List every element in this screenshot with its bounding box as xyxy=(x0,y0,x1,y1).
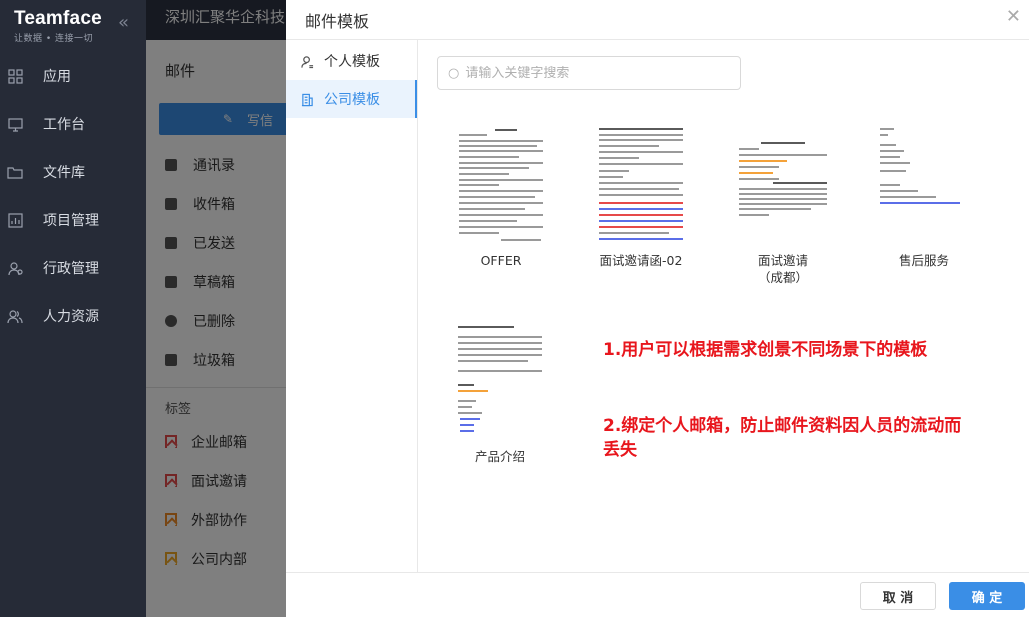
nav-label: 应用 xyxy=(43,69,71,85)
template-thumbnail xyxy=(874,126,974,246)
template-name: 面试邀请（成都） xyxy=(757,253,808,285)
template-thumbnail xyxy=(451,126,551,246)
template-name: 售后服务 xyxy=(898,253,949,268)
nav-item-files[interactable]: 文件库 xyxy=(0,148,146,196)
tab-personal-templates[interactable]: 个人模板 xyxy=(286,42,417,80)
admin-icon xyxy=(7,260,23,276)
confirm-button[interactable]: 确 定 xyxy=(949,582,1025,610)
template-card-after-sales[interactable]: 售后服务 xyxy=(874,126,974,269)
modal-title: 邮件模板 xyxy=(305,12,370,31)
nav-label: 行政管理 xyxy=(43,261,99,277)
template-card-interview-chengdu[interactable]: 面试邀请（成都） xyxy=(733,126,833,286)
logo-subtitle: 让数据 • 连接一切 xyxy=(14,34,94,44)
nav-item-workbench[interactable]: 工作台 xyxy=(0,100,146,148)
nav-item-hr[interactable]: 人力资源 xyxy=(0,292,146,340)
template-name: 产品介绍 xyxy=(474,449,525,464)
collapse-sidebar-icon[interactable]: « xyxy=(118,12,129,33)
search-input[interactable] xyxy=(465,65,726,81)
folder-icon xyxy=(7,164,23,180)
nav-label: 人力资源 xyxy=(43,309,99,325)
template-thumbnail xyxy=(733,126,833,246)
template-thumbnail xyxy=(450,322,550,442)
template-card-offer[interactable]: OFFER xyxy=(451,126,551,269)
project-icon xyxy=(7,212,23,228)
building-icon xyxy=(301,93,314,106)
cancel-button[interactable]: 取 消 xyxy=(860,582,936,610)
tab-label: 个人模板 xyxy=(324,54,380,70)
nav-label: 文件库 xyxy=(43,165,85,181)
template-card-product-intro[interactable]: 产品介绍 xyxy=(450,322,550,465)
template-tabs: 个人模板 公司模板 xyxy=(286,40,418,572)
template-search[interactable]: ○ xyxy=(437,56,741,90)
nav-item-admin[interactable]: 行政管理 xyxy=(0,244,146,292)
annotation-note-1: 1.用户可以根据需求创景不同场景下的模板 xyxy=(603,340,928,360)
annotation-note-2: 2.绑定个人邮箱，防止邮件资料因人员的流动而丢失 xyxy=(603,416,962,460)
template-modal: 邮件模板 ✕ 个人模板 公司模板 ○ 请输入关键字搜索 OFFER 面试邀请函-… xyxy=(286,0,1029,617)
people-icon xyxy=(7,308,23,324)
modal-header: 邮件模板 ✕ xyxy=(286,0,1029,40)
nav-label: 工作台 xyxy=(43,117,85,133)
nav-item-projects[interactable]: 项目管理 xyxy=(0,196,146,244)
template-name: 面试邀请函-02 xyxy=(599,253,683,268)
template-name: OFFER xyxy=(480,253,522,268)
main-nav: 应用 工作台 文件库 项目管理 行政管理 人力资源 xyxy=(0,52,146,340)
monitor-icon xyxy=(7,116,23,132)
close-icon[interactable]: ✕ xyxy=(1006,6,1021,27)
logo-title: Teamface xyxy=(14,8,102,29)
user-icon xyxy=(301,55,314,68)
template-card-interview-02[interactable]: 面试邀请函-02 xyxy=(591,126,691,269)
tab-company-templates[interactable]: 公司模板 xyxy=(286,80,417,118)
modal-footer: 取 消 确 定 xyxy=(286,572,1029,617)
search-icon: ○ xyxy=(448,65,460,81)
modal-backdrop[interactable] xyxy=(146,0,286,617)
template-thumbnail xyxy=(591,126,691,246)
main-sidebar: Teamface 让数据 • 连接一切 « 应用 工作台 文件库 项目管理 行政… xyxy=(0,0,146,617)
nav-label: 项目管理 xyxy=(43,213,99,229)
nav-item-apps[interactable]: 应用 xyxy=(0,52,146,100)
tab-label: 公司模板 xyxy=(324,92,380,108)
logo[interactable]: Teamface 让数据 • 连接一切 xyxy=(14,8,102,44)
apps-icon xyxy=(7,68,23,84)
